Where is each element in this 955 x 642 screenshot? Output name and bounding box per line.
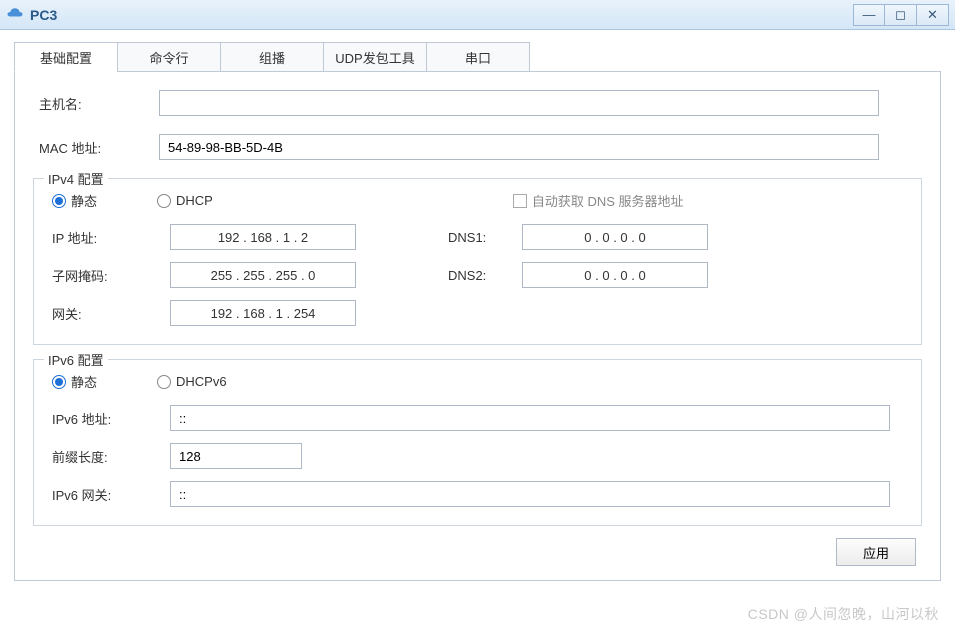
tab-serial[interactable]: 串口	[426, 42, 530, 72]
gateway-label: 网关:	[52, 304, 170, 323]
ipv4-dhcp-label: DHCP	[176, 193, 213, 208]
auto-dns-checkbox-input[interactable]	[513, 194, 527, 208]
dns2-label: DNS2:	[448, 268, 522, 283]
ipv6-static-radio[interactable]: 静态	[52, 372, 97, 391]
ipv4-static-radio-input[interactable]	[52, 194, 66, 208]
gateway-input[interactable]: 192 . 168 . 1 . 254	[170, 300, 356, 326]
auto-dns-checkbox[interactable]: 自动获取 DNS 服务器地址	[513, 191, 684, 210]
tab-cli[interactable]: 命令行	[117, 42, 221, 72]
ipv6-gateway-input[interactable]	[170, 481, 890, 507]
ipv6-prefix-input[interactable]	[170, 443, 302, 469]
tabs: 基础配置 命令行 组播 UDP发包工具 串口	[14, 42, 941, 72]
close-button[interactable]: ✕	[917, 4, 949, 26]
ipv6-gateway-row: IPv6 网关:	[46, 481, 909, 507]
ipv4-dhcp-radio-input[interactable]	[157, 194, 171, 208]
gateway-row: 网关: 192 . 168 . 1 . 254	[46, 300, 909, 326]
ipv6-static-label: 静态	[71, 372, 97, 391]
ipv4-fieldset: IPv4 配置 静态 DHCP 自动获取 DNS 服务器地址 IP 地址: 19…	[33, 178, 922, 345]
subnet-mask-input[interactable]: 255 . 255 . 255 . 0	[170, 262, 356, 288]
minimize-button[interactable]: —	[853, 4, 885, 26]
mac-label: MAC 地址:	[33, 138, 159, 157]
ipv4-legend: IPv4 配置	[44, 169, 108, 188]
ipv6-address-input[interactable]	[170, 405, 890, 431]
tab-basic-config[interactable]: 基础配置	[14, 42, 118, 72]
hostname-label: 主机名:	[33, 94, 159, 113]
ipv6-dhcp-radio-input[interactable]	[157, 375, 171, 389]
ip-address-row: IP 地址: 192 . 168 . 1 . 2 DNS1: 0 . 0 . 0…	[46, 224, 909, 250]
hostname-input[interactable]	[159, 90, 879, 116]
watermark: CSDN @人间忽晚，山河以秋	[748, 604, 939, 624]
ipv6-gateway-label: IPv6 网关:	[52, 485, 170, 504]
basic-config-panel: 主机名: MAC 地址: IPv4 配置 静态 DHCP 自动获取 DN	[14, 71, 941, 581]
ipv6-mode-row: 静态 DHCPv6	[46, 372, 909, 391]
ipv4-mode-row: 静态 DHCP 自动获取 DNS 服务器地址	[46, 191, 909, 210]
dns2-input[interactable]: 0 . 0 . 0 . 0	[522, 262, 708, 288]
ipv4-static-radio[interactable]: 静态	[52, 191, 97, 210]
apply-button[interactable]: 应用	[836, 538, 916, 566]
ipv6-address-label: IPv6 地址:	[52, 409, 170, 428]
ip-address-input[interactable]: 192 . 168 . 1 . 2	[170, 224, 356, 250]
mac-input[interactable]	[159, 134, 879, 160]
mac-row: MAC 地址:	[33, 134, 922, 160]
ipv6-legend: IPv6 配置	[44, 350, 108, 369]
hostname-row: 主机名:	[33, 90, 922, 116]
auto-dns-label: 自动获取 DNS 服务器地址	[532, 191, 684, 210]
ipv6-prefix-row: 前缀长度:	[46, 443, 909, 469]
content-area: 基础配置 命令行 组播 UDP发包工具 串口 主机名: MAC 地址: IPv4…	[0, 30, 955, 581]
footer: 应用	[33, 526, 922, 566]
ipv4-dhcp-radio[interactable]: DHCP	[157, 193, 213, 208]
maximize-button[interactable]: ◻	[885, 4, 917, 26]
window-buttons: — ◻ ✕	[853, 4, 949, 26]
subnet-mask-label: 子网掩码:	[52, 266, 170, 285]
app-icon	[6, 6, 24, 24]
ipv6-dhcp-label: DHCPv6	[176, 374, 227, 389]
tab-multicast[interactable]: 组播	[220, 42, 324, 72]
ipv6-fieldset: IPv6 配置 静态 DHCPv6 IPv6 地址: 前缀长度:	[33, 359, 922, 526]
ipv6-static-radio-input[interactable]	[52, 375, 66, 389]
subnet-mask-row: 子网掩码: 255 . 255 . 255 . 0 DNS2: 0 . 0 . …	[46, 262, 909, 288]
ipv6-prefix-label: 前缀长度:	[52, 447, 170, 466]
ip-address-label: IP 地址:	[52, 228, 170, 247]
dns1-input[interactable]: 0 . 0 . 0 . 0	[522, 224, 708, 250]
titlebar: PC3 — ◻ ✕	[0, 0, 955, 30]
dns1-label: DNS1:	[448, 230, 522, 245]
window-title: PC3	[30, 7, 853, 23]
tab-udp-tool[interactable]: UDP发包工具	[323, 42, 427, 72]
ipv4-static-label: 静态	[71, 191, 97, 210]
ipv6-dhcp-radio[interactable]: DHCPv6	[157, 374, 227, 389]
ipv6-address-row: IPv6 地址:	[46, 405, 909, 431]
